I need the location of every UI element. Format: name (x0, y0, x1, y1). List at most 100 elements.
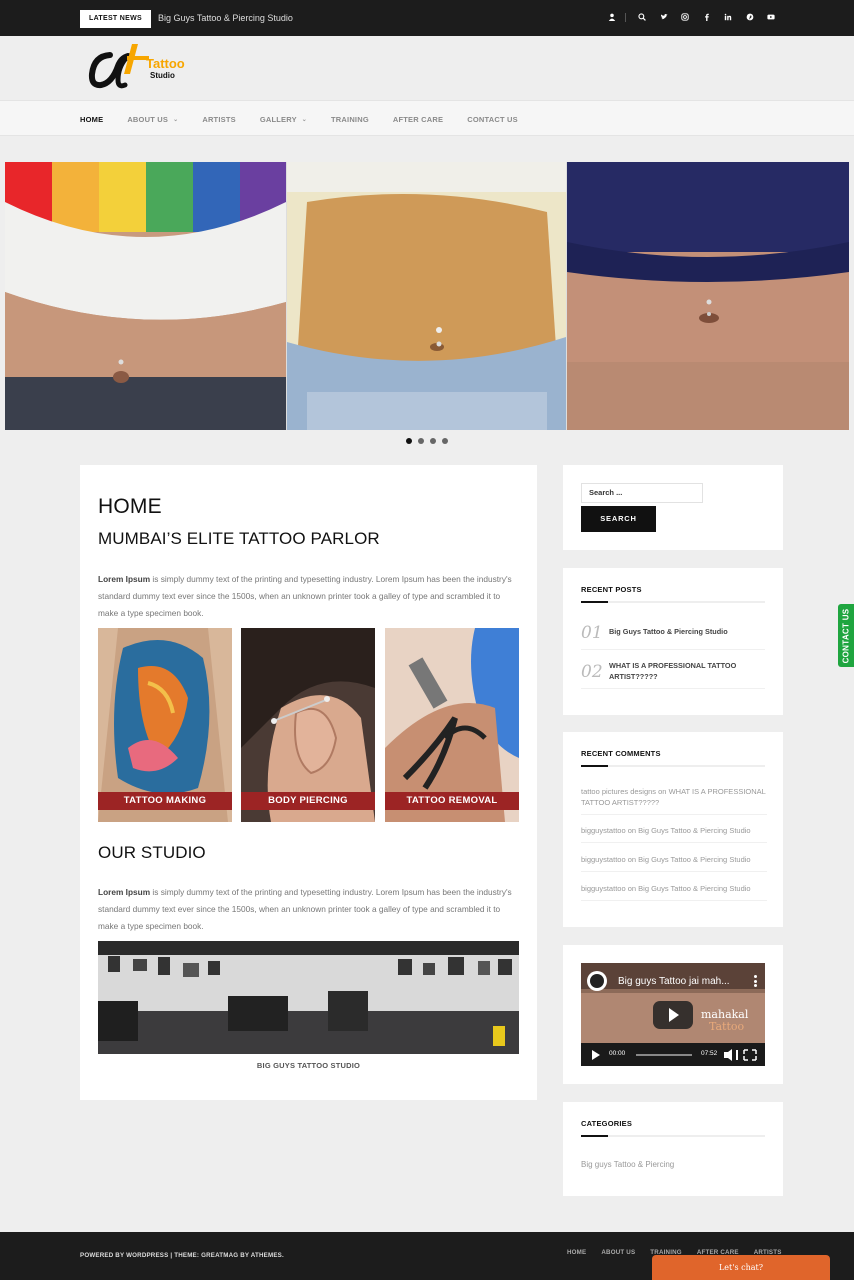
comment-post-link[interactable]: Big Guys Tattoo & Piercing Studio (638, 855, 750, 864)
chevron-down-icon: ⌄ (173, 116, 179, 123)
facebook-icon[interactable] (702, 11, 712, 23)
linkedin-icon[interactable] (723, 11, 733, 23)
twitter-icon[interactable] (659, 11, 669, 23)
page-subtitle: MUMBAI’S ELITE TATTOO PARLOR (98, 529, 380, 548)
page-title: HOME (98, 495, 162, 518)
intro-text: is simply dummy text of the printing and… (98, 574, 512, 618)
comment-on: on (627, 826, 637, 835)
youtube-icon[interactable] (766, 11, 776, 23)
comment-item: bigguystattoo on Big Guys Tattoo & Pierc… (581, 883, 767, 901)
nav-label: ARTISTS (202, 114, 236, 124)
comment-post-link[interactable]: Big Guys Tattoo & Piercing Studio (638, 826, 750, 835)
main-navigation: HOME ABOUT US ⌄ ARTISTS GALLERY ⌄ TRAINING… (0, 100, 854, 136)
main-content: HOME MUMBAI’S ELITE TATTOO PARLOR Lorem … (80, 465, 537, 1100)
nav-label: CONTACT US (467, 114, 518, 124)
nav-label: AFTER CARE (392, 114, 444, 124)
widget-underline (581, 1135, 765, 1137)
comment-item: tattoo pictures designs on WHAT IS A PRO… (581, 786, 767, 815)
nav-training[interactable]: TRAINING (331, 115, 369, 124)
recent-posts-widget: RECENT POSTS 01 Big Guys Tattoo & Pierci… (563, 568, 783, 715)
intro-paragraph: Lorem Ipsum is simply dummy text of the … (98, 571, 518, 622)
logo-word-studio: Studio (150, 71, 175, 80)
logo-word-tattoo: Tattoo (146, 56, 185, 71)
comment-item: bigguystattoo on Big Guys Tattoo & Pierc… (581, 825, 767, 843)
nav-label: GALLERY (259, 114, 297, 124)
comment-on: on (627, 855, 637, 864)
footer-nav-home[interactable]: HOME (567, 1249, 586, 1256)
studio-paragraph: Lorem Ipsum is simply dummy text of the … (98, 884, 518, 935)
footer-credits[interactable]: POWERED BY WORDPRESS | THEME: GREATMAG B… (80, 1252, 284, 1259)
nav-home[interactable]: HOME (80, 115, 103, 124)
chat-widget-button[interactable]: Let's chat? (652, 1255, 830, 1280)
search-input[interactable]: Search ... (581, 483, 703, 503)
slider-dot[interactable] (418, 438, 424, 444)
category-link[interactable]: Big guys Tattoo & Piercing (581, 1160, 674, 1169)
service-caption: BODY PIERCING (241, 792, 375, 810)
recent-post-item[interactable]: 01 Big Guys Tattoo & Piercing Studio (581, 620, 765, 650)
pinterest-icon[interactable] (745, 11, 755, 23)
nav-artists[interactable]: ARTISTS (202, 115, 235, 124)
service-body-piercing[interactable]: BODY PIERCING (241, 628, 375, 822)
social-links (595, 11, 776, 23)
slider-dot[interactable] (430, 438, 436, 444)
divider (624, 12, 626, 22)
slide-image (287, 162, 566, 430)
post-number: 02 (581, 662, 603, 682)
nav-label: ABOUT US (127, 114, 169, 124)
nav-about-us[interactable]: ABOUT US ⌄ (127, 115, 178, 124)
service-tattoo-making[interactable]: TATTOO MAKING (98, 628, 232, 822)
post-title[interactable]: WHAT IS A PROFESSIONAL TATTOO ARTIST????… (609, 660, 759, 682)
nav-gallery[interactable]: GALLERY ⌄ (260, 115, 307, 124)
nav-label: TRAINING (331, 114, 369, 124)
studio-image[interactable] (98, 941, 519, 1054)
comment-author-link[interactable]: bigguystattoo (581, 855, 626, 864)
comment-author-link[interactable]: bigguystattoo (581, 826, 626, 835)
more-options-icon[interactable] (754, 975, 757, 987)
recent-post-item[interactable]: 02 WHAT IS A PROFESSIONAL TATTOO ARTIST?… (581, 659, 765, 689)
footer-nav-about-us[interactable]: ABOUT US (601, 1249, 635, 1256)
comment-on: on (658, 787, 667, 796)
volume-level (736, 1050, 738, 1060)
comment-author-link[interactable]: tattoo pictures designs (581, 787, 656, 796)
service-tattoo-removal[interactable]: TATTOO REMOVAL (385, 628, 519, 822)
video-title[interactable]: Big guys Tattoo jai mah... (618, 976, 730, 987)
contact-tab-label: CONTACT US (841, 608, 851, 664)
nav-after-care[interactable]: AFTER CARE (393, 115, 443, 124)
video-current-time: 00:00 (609, 1050, 626, 1057)
site-logo[interactable]: Tattoo Studio (88, 40, 198, 94)
hero-slider[interactable] (5, 162, 849, 430)
service-caption: TATTOO REMOVAL (385, 792, 519, 810)
studio-text: is simply dummy text of the printing and… (98, 887, 512, 931)
chevron-down-icon: ⌄ (301, 116, 308, 123)
video-player[interactable]: Big guys Tattoo jai mah... mahakal Tatto… (581, 963, 765, 1066)
comment-author-link[interactable]: bigguystattoo (581, 884, 626, 893)
intro-bold: Lorem Ipsum (98, 574, 151, 584)
service-caption: TATTOO MAKING (98, 792, 232, 810)
widget-underline (581, 601, 765, 603)
slider-dot[interactable] (442, 438, 448, 444)
nav-contact-us[interactable]: CONTACT US (467, 115, 518, 124)
nav-label: HOME (80, 114, 104, 124)
contact-us-tab[interactable]: CONTACT US (838, 604, 854, 667)
logo-mark: Tattoo Studio (88, 44, 185, 89)
widget-underline (581, 765, 765, 767)
top-bar: LATEST NEWS Big Guys Tattoo & Piercing S… (0, 0, 854, 36)
slider-dot[interactable] (406, 438, 412, 444)
instagram-icon[interactable] (680, 11, 690, 23)
latest-news-badge: LATEST NEWS (80, 10, 151, 28)
video-overlay-text-2: Tattoo (709, 1020, 745, 1033)
recent-comments-widget: RECENT COMMENTS tattoo pictures designs … (563, 732, 783, 927)
widget-title: RECENT POSTS (581, 585, 642, 594)
user-icon[interactable] (607, 11, 617, 23)
post-title[interactable]: Big Guys Tattoo & Piercing Studio (609, 626, 759, 637)
search-widget: Search ... SEARCH (563, 465, 783, 550)
section-heading-our-studio: OUR STUDIO (98, 843, 206, 862)
slide-image (567, 162, 849, 430)
search-icon[interactable] (637, 11, 647, 23)
search-button[interactable]: SEARCH (581, 506, 656, 532)
video-widget: Big guys Tattoo jai mah... mahakal Tatto… (563, 945, 783, 1084)
latest-news-ticker[interactable]: Big Guys Tattoo & Piercing Studio (158, 12, 293, 24)
comment-post-link[interactable]: Big Guys Tattoo & Piercing Studio (638, 884, 750, 893)
post-number: 01 (581, 623, 603, 643)
studio-caption: BIG GUYS TATTOO STUDIO (256, 1061, 361, 1070)
